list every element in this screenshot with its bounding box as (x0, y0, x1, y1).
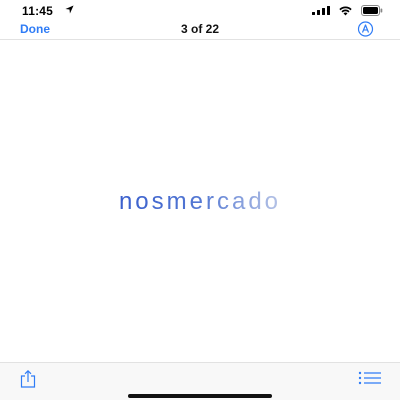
status-bar: 11:45 (0, 0, 400, 20)
nosmercado-logo: nosmercado (0, 187, 400, 222)
status-time: 11:45 (22, 4, 54, 18)
battery-icon (361, 5, 383, 16)
share-icon[interactable] (18, 369, 38, 389)
document-page: nosmercado (0, 40, 400, 362)
home-indicator[interactable] (128, 394, 272, 398)
page-counter: 3 of 22 (180, 22, 219, 36)
bottom-toolbar (0, 362, 400, 400)
logo-wordmark: nosmercado (119, 188, 281, 215)
location-arrow-icon (65, 5, 74, 14)
logo-text: nosmercado (119, 188, 281, 215)
cellular-signal-icon (312, 6, 330, 15)
list-icon[interactable] (358, 371, 382, 385)
pdf-viewer-screen: 11:45 Done 3 of 22 nosmercado (0, 0, 400, 400)
markup-pen-icon[interactable] (355, 21, 376, 37)
wifi-icon (339, 6, 352, 16)
navigation-bar: Done 3 of 22 (0, 20, 400, 40)
